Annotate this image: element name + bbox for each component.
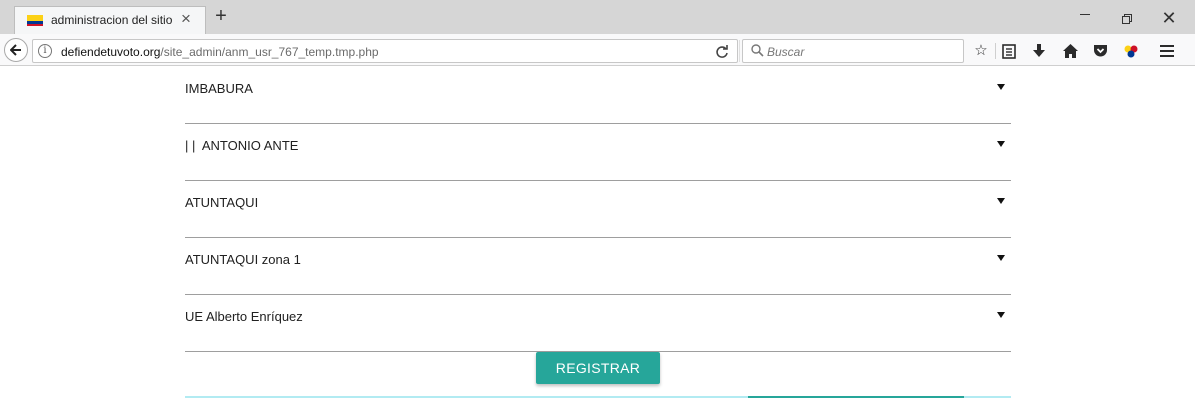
caret-down-icon (997, 141, 1005, 147)
minimize-button[interactable] (1065, 6, 1105, 30)
back-arrow-icon (9, 44, 21, 56)
url-domain: defiendetuvoto.org (61, 45, 161, 59)
toolbar-divider (995, 43, 996, 59)
minimize-icon (1080, 14, 1090, 15)
search-icon (751, 44, 764, 57)
caret-down-icon (997, 198, 1005, 204)
url-path: /site_admin/anm_usr_767_temp.tmp.php (160, 45, 379, 59)
home-icon[interactable] (1061, 42, 1079, 60)
browser-tab[interactable]: administracion del sitio × (14, 6, 206, 34)
caret-down-icon (997, 84, 1005, 90)
canton-select-value: | | ANTONIO ANTE (185, 138, 299, 153)
location-form: IMBABURA | | ANTONIO ANTE ATUNTAQUI ATUN… (185, 67, 1011, 352)
reload-icon[interactable] (715, 43, 729, 62)
province-select[interactable]: IMBABURA (185, 67, 1011, 124)
info-icon[interactable]: i (38, 44, 52, 58)
caret-down-icon (997, 255, 1005, 261)
restore-button[interactable] (1107, 6, 1147, 30)
url-bar[interactable]: i defiendetuvoto.org/site_admin/anm_usr_… (32, 39, 740, 63)
zone-select[interactable]: ATUNTAQUI zona 1 (185, 238, 1011, 295)
colombia-flag-icon (27, 15, 43, 26)
register-button[interactable]: REGISTRAR (536, 352, 660, 384)
bottom-divider-accent (748, 396, 964, 398)
parish-select[interactable]: ATUNTAQUI (185, 181, 1011, 238)
tab-title: administracion del sitio (51, 13, 173, 27)
search-placeholder: Buscar (767, 45, 805, 59)
province-select-value: IMBABURA (185, 81, 253, 96)
parish-select-value: ATUNTAQUI (185, 195, 259, 210)
reading-list-icon[interactable] (1000, 42, 1018, 60)
new-tab-button[interactable]: + (208, 4, 234, 30)
precinct-select[interactable]: UE Alberto Enríquez (185, 295, 1011, 352)
hamburger-menu-icon[interactable] (1158, 42, 1176, 60)
caret-down-icon (997, 312, 1005, 318)
restore-icon (1122, 14, 1132, 24)
url-text[interactable]: defiendetuvoto.org/site_admin/anm_usr_76… (61, 45, 379, 59)
tab-strip: administracion del sitio × + ✕ (0, 0, 1195, 34)
zone-select-value: ATUNTAQUI zona 1 (185, 252, 301, 267)
download-icon[interactable] (1030, 42, 1048, 60)
tab-close-icon[interactable]: × (181, 10, 191, 28)
extension-icon[interactable] (1122, 42, 1140, 60)
url-divider (739, 40, 740, 62)
pocket-icon[interactable] (1091, 42, 1109, 60)
navigation-bar: i defiendetuvoto.org/site_admin/anm_usr_… (0, 34, 1195, 66)
bookmark-star-icon[interactable]: ☆ (972, 42, 990, 60)
back-button[interactable] (4, 38, 28, 62)
search-bar[interactable]: Buscar (742, 39, 964, 63)
precinct-select-value: UE Alberto Enríquez (185, 309, 303, 324)
close-window-button[interactable]: ✕ (1149, 6, 1189, 30)
canton-select[interactable]: | | ANTONIO ANTE (185, 124, 1011, 181)
